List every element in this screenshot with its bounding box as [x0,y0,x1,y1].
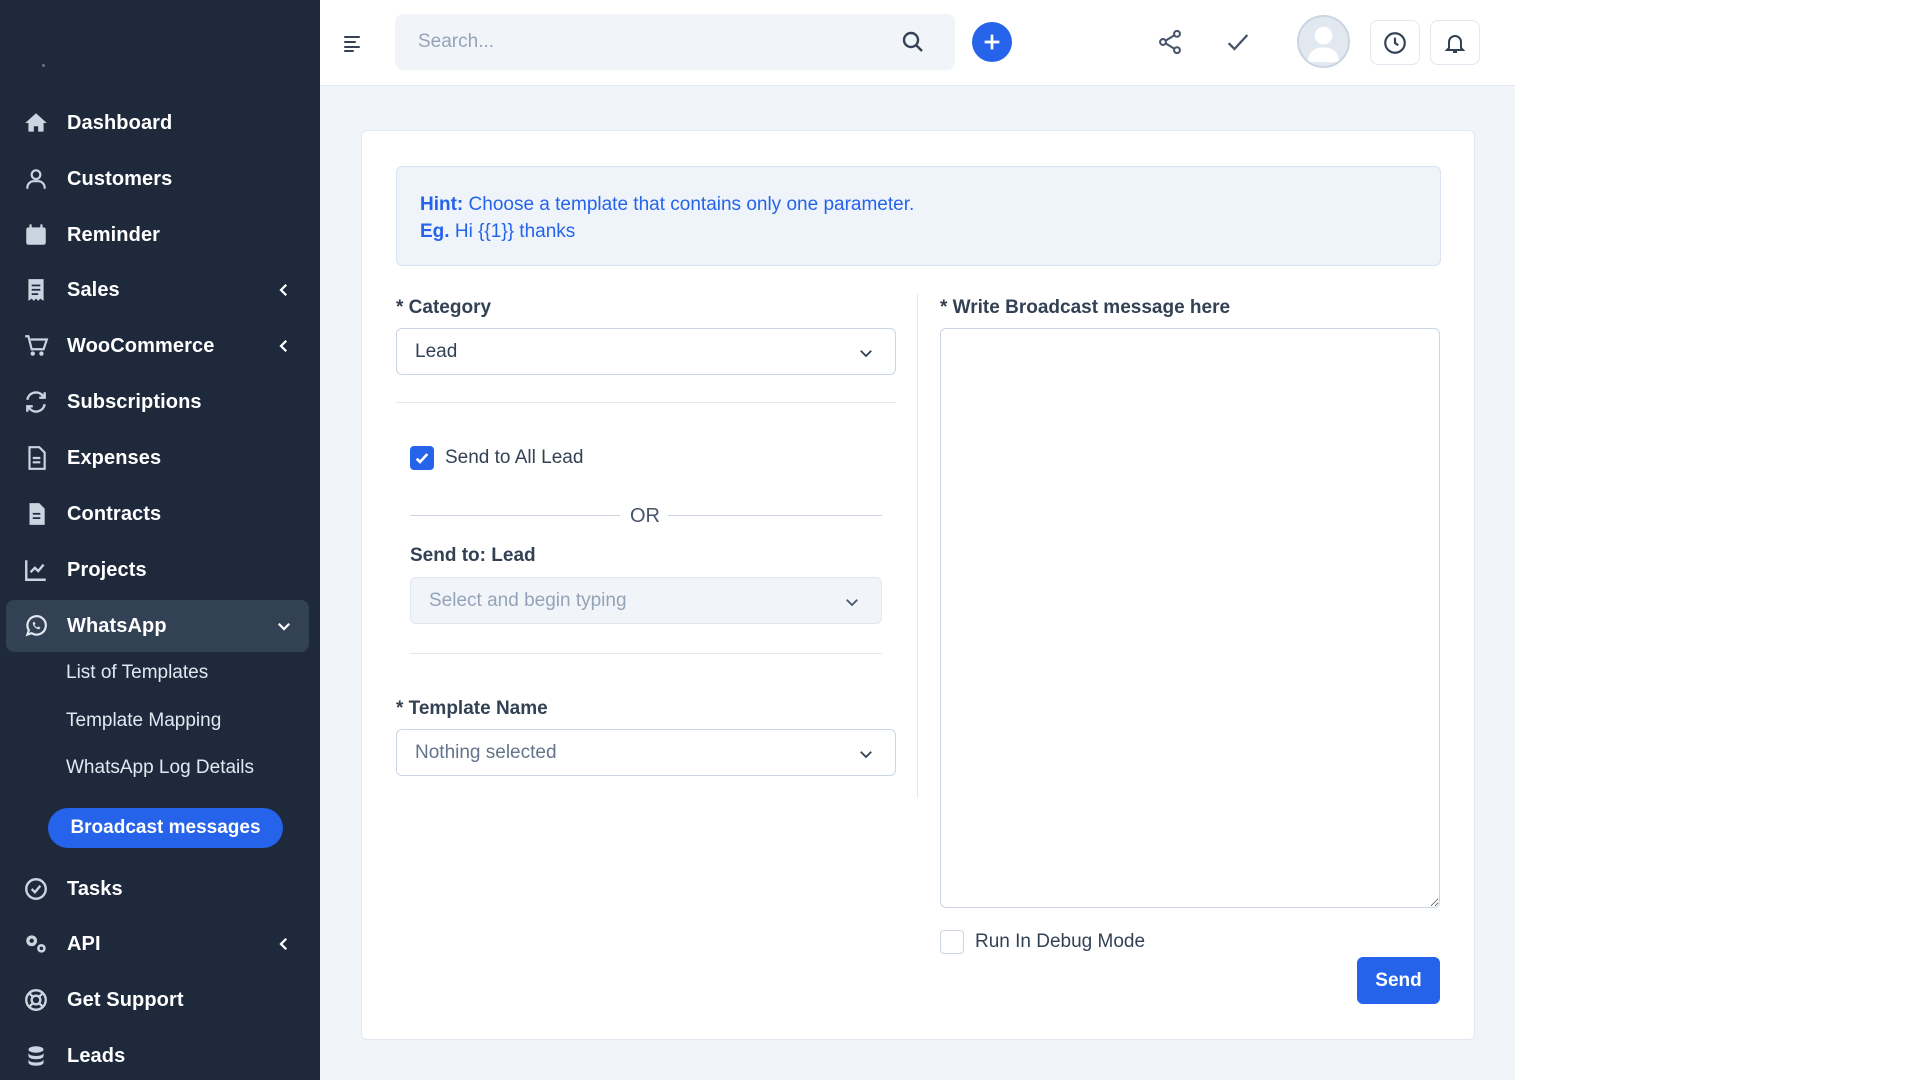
timer-button[interactable] [1370,20,1420,65]
send-to-all-label: Send to All Lead [445,447,584,468]
share-icon[interactable] [1156,28,1184,56]
contract-icon [22,500,50,528]
template-name-select[interactable]: Nothing selected [396,729,896,776]
sidebar-item-sales[interactable]: Sales [6,264,309,316]
search-icon[interactable] [901,30,925,54]
sidebar-subitem-list-of-templates[interactable]: List of Templates [66,662,208,684]
leads-icon [22,1042,50,1070]
broadcast-message-textarea[interactable] [940,328,1440,908]
column-divider [917,294,918,798]
divider [410,653,882,654]
user-avatar-icon [1307,26,1340,63]
sidebar-item-label: Leads [67,1044,126,1067]
search-box [395,14,955,70]
sidebar-item-get-support[interactable]: Get Support [6,974,309,1026]
calendar-icon [22,221,50,249]
sidebar-item-whatsapp[interactable]: WhatsApp [6,600,309,652]
notifications-button[interactable] [1430,20,1480,65]
sidebar-item-label: WooCommerce [67,334,215,357]
template-name-label: * Template Name [396,698,548,719]
hint-text: Choose a template that contains only one… [463,194,915,215]
menu-toggle-icon[interactable] [344,34,362,52]
life-ring-icon [22,986,50,1014]
sidebar-item-label: API [67,932,101,955]
blank-area [1515,0,1920,1080]
chevron-down-icon [860,350,872,358]
sidebar-item-expenses[interactable]: Expenses [6,432,309,484]
check-circle-icon [22,875,50,903]
chevron-down-icon [846,599,858,607]
file-icon [22,444,50,472]
top-bar [320,0,1515,86]
sidebar-subitem-whatsapp-log-details[interactable]: WhatsApp Log Details [66,757,254,779]
sidebar-item-label: Customers [67,167,173,190]
debug-mode-checkbox[interactable] [940,930,964,954]
cogs-icon [22,930,50,958]
chevron-down-icon [277,622,291,631]
example-text: Hi {{1}} thanks [449,221,576,242]
sidebar-item-leads[interactable]: Leads [6,1030,309,1080]
sidebar-item-label: Get Support [67,988,184,1011]
user-icon [22,165,50,193]
message-label: * Write Broadcast message here [940,297,1231,318]
sidebar-item-label: Subscriptions [67,390,202,413]
send-to-placeholder: Select and begin typing [429,590,627,611]
sidebar-item-contracts[interactable]: Contracts [6,488,309,540]
sidebar-item-label: Expenses [67,446,162,469]
category-label: * Category [396,297,492,318]
sidebar-item-label: WhatsApp [67,614,167,637]
send-to-label: Send to: Lead [410,545,536,566]
chevron-left-icon [279,937,288,951]
example-label: Eg. [420,221,450,242]
or-separator: OR [630,505,660,527]
sidebar-item-projects[interactable]: Projects [6,544,309,596]
chart-icon [22,556,50,584]
quick-create-button[interactable] [972,22,1012,62]
sidebar-item-label: Reminder [67,223,161,246]
search-input[interactable] [395,14,955,70]
send-to-all-checkbox[interactable] [410,446,434,470]
chevron-down-icon [860,751,872,759]
sidebar-subitem-broadcast-messages[interactable]: Broadcast messages [48,808,283,848]
sidebar-item-woocommerce[interactable]: WooCommerce [6,320,309,372]
divider [668,515,882,516]
send-button[interactable]: Send [1357,957,1440,1004]
bell-icon [1444,34,1466,53]
sidebar-subitem-template-mapping[interactable]: Template Mapping [66,710,221,732]
hint-box: Hint: Choose a template that contains on… [396,166,1441,266]
check-icon [415,453,429,464]
receipt-icon [22,276,50,304]
logo-placeholder [42,64,45,67]
sidebar-item-dashboard[interactable]: Dashboard [6,97,309,149]
category-value: Lead [415,341,458,362]
sidebar-item-label: Sales [67,278,120,301]
sidebar-item-tasks[interactable]: Tasks [6,863,309,915]
debug-mode-label: Run In Debug Mode [975,931,1146,952]
sidebar-item-label: Dashboard [67,111,173,134]
sidebar-item-label: Tasks [67,877,123,900]
cart-icon [22,332,50,360]
sidebar-item-subscriptions[interactable]: Subscriptions [6,376,309,428]
divider [396,402,896,403]
chevron-left-icon [279,339,288,353]
refresh-icon [22,388,50,416]
hint-label: Hint: [420,194,464,215]
sidebar-item-reminder[interactable]: Reminder [6,209,309,261]
checkmark-icon[interactable] [1224,28,1252,56]
template-name-placeholder: Nothing selected [415,742,557,763]
sidebar-item-label: Contracts [67,502,162,525]
sidebar-item-label: Projects [67,558,147,581]
send-to-select[interactable]: Select and begin typing [410,577,882,624]
avatar[interactable] [1297,15,1350,68]
chevron-left-icon [279,283,288,297]
category-select[interactable]: Lead [396,328,896,375]
sidebar-item-api[interactable]: API [6,918,309,970]
clock-icon [1384,31,1406,54]
divider [410,515,620,516]
home-icon [22,109,50,137]
whatsapp-icon [22,612,50,640]
sidebar-item-customers[interactable]: Customers [6,153,309,205]
plus-icon [984,34,1000,50]
sidebar: Dashboard Customers Reminder Sales WooCo… [0,0,320,1080]
